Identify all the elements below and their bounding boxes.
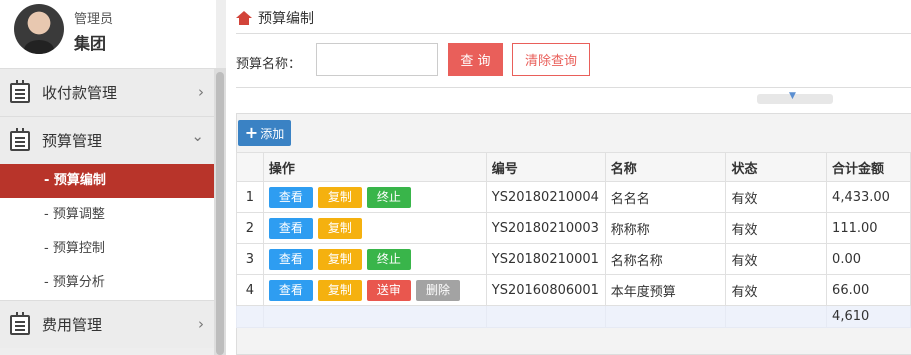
cell-status: 有效 xyxy=(725,243,828,275)
view-button[interactable]: 查看 xyxy=(268,279,313,301)
main-content: 预算编制 预算名称： 查 询 清除查询 ▼ + 添加 操作 编号 名称 状态 合… xyxy=(226,0,911,355)
table-header-row: 操作 编号 名称 状态 合计金额 xyxy=(236,152,911,182)
chevron-down-icon: ⌄ xyxy=(191,127,204,145)
document-list-icon xyxy=(10,127,30,151)
home-icon[interactable] xyxy=(236,11,252,25)
chevron-right-icon: › xyxy=(198,83,204,101)
clear-query-button[interactable]: 清除查询 xyxy=(512,43,590,76)
user-panel: 管理员 集团 xyxy=(0,0,216,68)
cell-amount: 0.00 xyxy=(826,243,911,275)
table-row[interactable]: 4 查看 复制 送审 删除 YS20160806001 本年度预算 有效 66.00 xyxy=(236,274,911,306)
user-role: 管理员 xyxy=(74,12,114,27)
row-actions: 查看 复制 送审 删除 xyxy=(262,274,487,306)
row-actions: 查看 复制 xyxy=(262,212,487,244)
menu-group-label: 预算管理 xyxy=(42,132,103,150)
col-index xyxy=(236,152,264,182)
row-actions: 查看 复制 终止 xyxy=(262,243,487,275)
cell-code: YS20180210003 xyxy=(485,212,606,244)
search-label: 预算名称： xyxy=(236,57,302,72)
copy-button[interactable]: 复制 xyxy=(317,279,362,301)
query-button[interactable]: 查 询 xyxy=(448,43,503,76)
col-actions[interactable]: 操作 xyxy=(262,152,487,182)
terminate-button[interactable]: 终止 xyxy=(366,186,411,208)
add-label: 添加 xyxy=(260,126,285,141)
sidebar-menu: 收付款管理 › 预算管理 ⌄ - 预算编制 - 预算调整 - 预算控制 - 预算… xyxy=(0,68,214,348)
cell-name: 称称称 xyxy=(604,212,727,244)
menu-group-label: 收付款管理 xyxy=(42,84,118,102)
row-number: 2 xyxy=(236,212,264,244)
menu-group-payments[interactable]: 收付款管理 › xyxy=(0,68,214,116)
sidebar-item-budget-control[interactable]: - 预算控制 xyxy=(0,232,214,266)
breadcrumb: 预算编制 xyxy=(236,8,314,28)
divider xyxy=(236,87,911,88)
col-code[interactable]: 编号 xyxy=(485,152,606,182)
col-amount[interactable]: 合计金额 xyxy=(826,152,911,182)
cell-amount: 111.00 xyxy=(826,212,911,244)
menu-group-budget[interactable]: 预算管理 ⌄ xyxy=(0,116,214,164)
col-status[interactable]: 状态 xyxy=(725,152,828,182)
cell-status: 有效 xyxy=(725,212,828,244)
document-list-icon xyxy=(10,311,30,335)
total-spacer xyxy=(485,305,606,328)
cell-amount: 66.00 xyxy=(826,274,911,306)
copy-button[interactable]: 复制 xyxy=(317,248,362,270)
sidebar-scroll-thumb[interactable] xyxy=(216,72,224,355)
table-row[interactable]: 3 查看 复制 终止 YS20180210001 名称名称 有效 0.00 xyxy=(236,243,911,275)
row-number: 4 xyxy=(236,274,264,306)
table-row[interactable]: 2 查看 复制 YS20180210003 称称称 有效 111.00 xyxy=(236,212,911,244)
row-actions: 查看 复制 终止 xyxy=(262,181,487,213)
cell-status: 有效 xyxy=(725,274,828,306)
total-spacer xyxy=(262,305,487,328)
table-total-row: 4,610 xyxy=(236,305,911,328)
copy-button[interactable]: 复制 xyxy=(317,217,362,239)
view-button[interactable]: 查看 xyxy=(268,186,313,208)
total-spacer xyxy=(236,305,264,328)
plus-icon: + xyxy=(244,123,259,142)
view-button[interactable]: 查看 xyxy=(268,248,313,270)
cell-code: YS20180210001 xyxy=(485,243,606,275)
collapse-toggle[interactable]: ▼ xyxy=(757,91,833,104)
avatar xyxy=(14,4,64,54)
copy-button[interactable]: 复制 xyxy=(317,186,362,208)
sidebar: 管理员 集团 收付款管理 › 预算管理 ⌄ - 预算编制 - 预算调整 - 预算… xyxy=(0,0,226,355)
sidebar-item-budget-analysis[interactable]: - 预算分析 xyxy=(0,266,214,300)
row-number: 1 xyxy=(236,181,264,213)
add-button[interactable]: + 添加 xyxy=(238,120,291,146)
budget-name-input[interactable] xyxy=(316,43,438,76)
cell-name: 本年度预算 xyxy=(604,274,727,306)
sidebar-item-budget-compile[interactable]: - 预算编制 xyxy=(0,164,214,198)
total-amount: 4,610 xyxy=(826,305,911,328)
cell-amount: 4,433.00 xyxy=(826,181,911,213)
total-spacer xyxy=(725,305,828,328)
total-spacer xyxy=(604,305,727,328)
triangle-down-icon: ▼ xyxy=(789,91,796,101)
view-button[interactable]: 查看 xyxy=(268,217,313,239)
delete-button[interactable]: 删除 xyxy=(415,279,460,301)
document-list-icon xyxy=(10,79,30,103)
user-org: 集团 xyxy=(74,34,107,53)
sidebar-item-budget-adjust[interactable]: - 预算调整 xyxy=(0,198,214,232)
cell-name: 名名名 xyxy=(604,181,727,213)
cell-code: YS20160806001 xyxy=(485,274,606,306)
menu-group-label: 费用管理 xyxy=(42,316,103,334)
col-name[interactable]: 名称 xyxy=(604,152,727,182)
cell-status: 有效 xyxy=(725,181,828,213)
budget-submenu: - 预算编制 - 预算调整 - 预算控制 - 预算分析 xyxy=(0,164,214,300)
terminate-button[interactable]: 终止 xyxy=(366,248,411,270)
page-title: 预算编制 xyxy=(258,11,314,27)
menu-group-expenses[interactable]: 费用管理 › xyxy=(0,300,214,348)
submit-review-button[interactable]: 送审 xyxy=(366,279,411,301)
divider xyxy=(236,33,911,34)
table-row[interactable]: 1 查看 复制 终止 YS20180210004 名名名 有效 4,433.00 xyxy=(236,181,911,213)
cell-name: 名称名称 xyxy=(604,243,727,275)
chevron-right-icon: › xyxy=(198,315,204,333)
row-number: 3 xyxy=(236,243,264,275)
budget-table: 操作 编号 名称 状态 合计金额 1 查看 复制 终止 YS20180210004 … xyxy=(236,152,911,328)
cell-code: YS20180210004 xyxy=(485,181,606,213)
